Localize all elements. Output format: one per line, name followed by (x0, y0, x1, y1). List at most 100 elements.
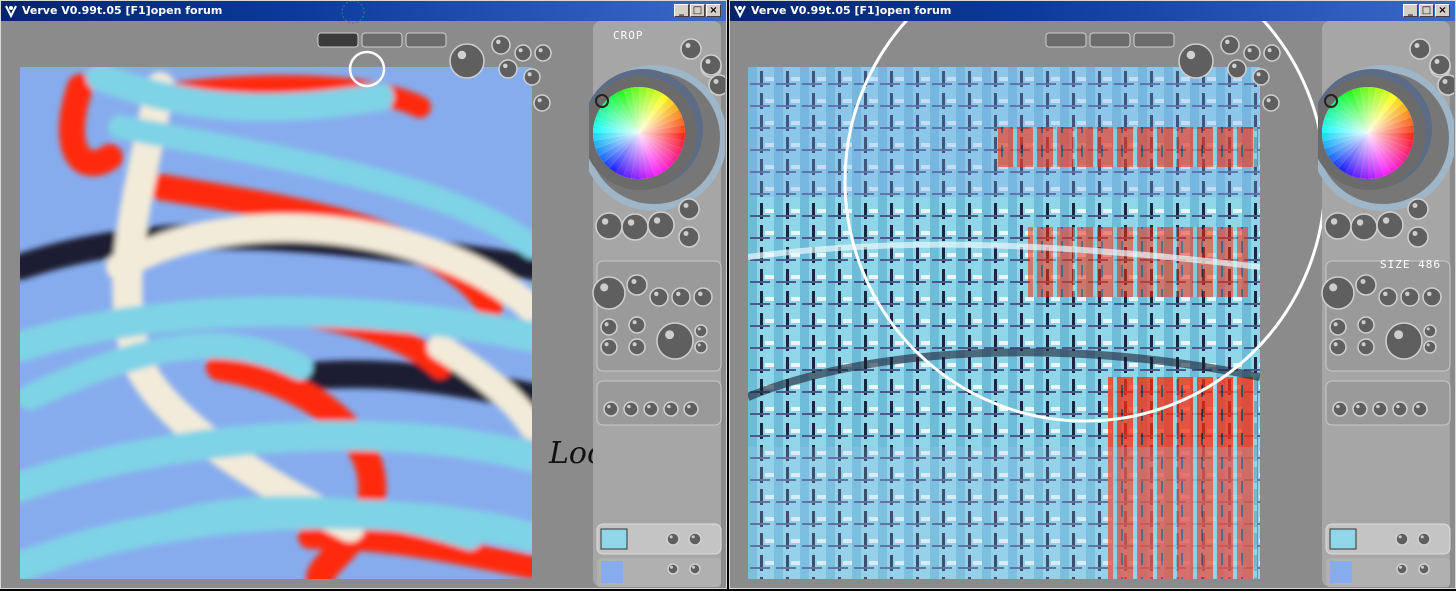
knob-button[interactable] (1357, 338, 1375, 356)
knob-button[interactable] (1422, 287, 1442, 307)
knob-button[interactable] (1329, 318, 1347, 336)
knob-button[interactable] (1385, 322, 1423, 360)
knob-button[interactable] (1407, 198, 1429, 220)
toolbar-button-1[interactable] (1045, 32, 1087, 48)
knob-highlight (632, 320, 637, 325)
knob-button[interactable] (1407, 226, 1429, 248)
knob-button[interactable] (1355, 274, 1377, 296)
knob-button[interactable] (1357, 316, 1375, 334)
knob-button[interactable] (628, 316, 646, 334)
hue-ring[interactable] (593, 87, 685, 179)
knob-button[interactable] (1321, 276, 1355, 310)
drawing-canvas[interactable] (748, 67, 1260, 579)
knob-button[interactable] (693, 287, 713, 307)
verve-app-icon (734, 5, 746, 18)
knob-button[interactable] (643, 401, 659, 417)
toolbar-button-1[interactable] (317, 32, 359, 48)
knob-highlight (1267, 48, 1272, 53)
knob-button[interactable] (708, 74, 725, 96)
knob-button[interactable] (666, 532, 680, 546)
knob-button[interactable] (621, 213, 649, 241)
knob-button[interactable] (628, 338, 646, 356)
hue-ring[interactable] (1322, 87, 1414, 179)
canvas-thumbnail[interactable] (1329, 528, 1357, 550)
knob-button[interactable] (595, 212, 623, 240)
knob-button[interactable] (1243, 44, 1261, 62)
knob-button[interactable] (1352, 401, 1368, 417)
knob-button[interactable] (1263, 44, 1281, 62)
knob-button[interactable] (534, 44, 552, 62)
knob-button[interactable] (1417, 532, 1431, 546)
current-color-swatch[interactable] (1330, 561, 1352, 583)
maximize-button[interactable]: □ (690, 4, 705, 17)
knob-button[interactable] (600, 338, 618, 356)
knob-button[interactable] (656, 322, 694, 360)
knob-button[interactable] (1392, 401, 1408, 417)
knob-button[interactable] (1400, 287, 1420, 307)
toolbar-button-3[interactable] (1133, 32, 1175, 48)
minimize-button[interactable]: _ (1403, 4, 1418, 17)
knob-button[interactable] (1378, 287, 1398, 307)
knob-button[interactable] (683, 401, 699, 417)
knob-button[interactable] (623, 401, 639, 417)
knob-button[interactable] (649, 287, 669, 307)
canvas-thumbnail[interactable] (600, 528, 628, 550)
knob-button[interactable] (678, 198, 700, 220)
knob-button[interactable] (647, 211, 675, 239)
knob-button[interactable] (626, 274, 648, 296)
knob-button[interactable] (1423, 340, 1437, 354)
toolbar-button-2[interactable] (1089, 32, 1131, 48)
knob-button[interactable] (514, 44, 532, 62)
knob-button[interactable] (603, 401, 619, 417)
toolbar-button-2[interactable] (361, 32, 403, 48)
knob-button[interactable] (1412, 401, 1428, 417)
close-button[interactable]: × (1435, 4, 1450, 17)
knob-button[interactable] (1418, 563, 1430, 575)
close-button[interactable]: × (706, 4, 721, 17)
knob-highlight (1421, 565, 1424, 569)
knob-button[interactable] (678, 226, 700, 248)
knob-highlight (705, 61, 711, 66)
knob-button[interactable] (1437, 74, 1454, 96)
title-bar[interactable]: Verve V0.99t.05 [F1]open forum _ □ × (1, 1, 726, 21)
knob-button[interactable] (671, 287, 691, 307)
color-wheel-icon[interactable] (1318, 65, 1454, 211)
knob-button[interactable] (1329, 338, 1347, 356)
knob-button[interactable] (1324, 212, 1352, 240)
knob-button[interactable] (694, 340, 708, 354)
knob-highlight (1382, 217, 1390, 224)
knob-button[interactable] (491, 35, 511, 55)
knob-button[interactable] (1350, 213, 1378, 241)
knob-highlight (518, 48, 523, 53)
knob-highlight (496, 39, 501, 45)
knob-button[interactable] (533, 94, 551, 112)
knob-button[interactable] (689, 563, 701, 575)
knob-button[interactable] (1395, 532, 1409, 546)
current-color-swatch[interactable] (601, 561, 623, 583)
knob-button[interactable] (1423, 324, 1437, 338)
knob-highlight (1412, 203, 1418, 208)
knob-button[interactable] (1376, 211, 1404, 239)
drawing-canvas[interactable] (20, 67, 532, 579)
minimize-button[interactable]: _ (674, 4, 689, 17)
title-bar[interactable]: Verve V0.99t.05 [F1]open forum _ □ × (730, 1, 1455, 21)
knob-button[interactable] (688, 532, 702, 546)
knob-highlight (1333, 342, 1338, 347)
knob-button[interactable] (700, 56, 722, 78)
toolbar-button-3[interactable] (405, 32, 447, 48)
knob-button[interactable] (592, 276, 626, 310)
knob-button[interactable] (1429, 56, 1451, 78)
knob-button[interactable] (1372, 401, 1388, 417)
knob-highlight (654, 291, 659, 297)
knob-button[interactable] (1396, 563, 1408, 575)
maximize-button[interactable]: □ (1419, 4, 1434, 17)
color-wheel-icon[interactable] (589, 65, 725, 211)
knob-button[interactable] (1220, 35, 1240, 55)
knob-button[interactable] (663, 401, 679, 417)
knob-highlight (1426, 343, 1430, 347)
knob-button[interactable] (600, 318, 618, 336)
knob-button[interactable] (1262, 94, 1280, 112)
knob-button[interactable] (667, 563, 679, 575)
knob-button[interactable] (1332, 401, 1348, 417)
knob-button[interactable] (694, 324, 708, 338)
